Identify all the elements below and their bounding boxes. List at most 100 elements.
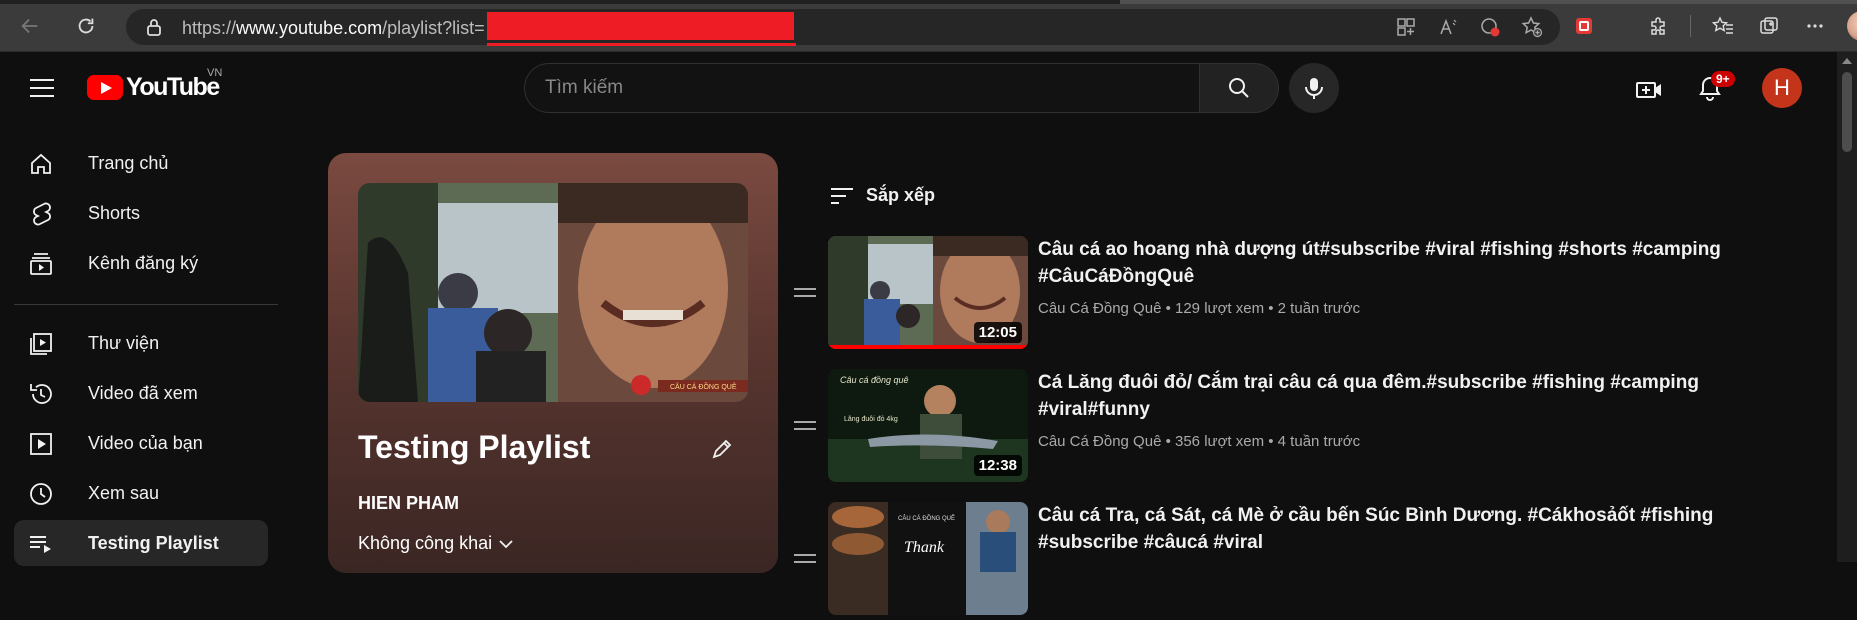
tracking-prevention-icon[interactable] (1476, 13, 1504, 41)
sidebar-item-label: Shorts (88, 202, 141, 223)
video-thumbnail[interactable]: Câu cá đồng quê Lăng đuôi đỏ 4kg 12:38 (828, 369, 1028, 482)
playlist-header-card: CÂU CÁ ĐỒNG QUÊ Testing Playlist HIEN PH… (328, 153, 778, 573)
menu-button[interactable] (30, 78, 54, 103)
voice-search-button[interactable] (1289, 63, 1339, 113)
app-available-icon[interactable] (1392, 13, 1420, 41)
logo-wordmark: YouTube (126, 73, 220, 101)
collections-icon[interactable] (1755, 12, 1783, 40)
chevron-down-icon (499, 539, 513, 548)
pencil-icon (712, 439, 732, 459)
video-title[interactable]: Câu cá Tra, cá Sát, cá Mè ở cầu bến Súc … (1038, 502, 1798, 556)
sidebar-divider (14, 304, 278, 305)
view-count: 356 lượt xem (1175, 433, 1265, 450)
sidebar-item-your-videos[interactable]: Video của bạn (14, 420, 268, 466)
playlist-video-row[interactable]: 12:05 Câu cá ao hoang nhà dượng út#subsc… (790, 236, 1830, 354)
sidebar-item-watch-later[interactable]: Xem sau (14, 470, 268, 516)
sidebar-item-subscriptions[interactable]: Kênh đăng ký (14, 240, 268, 286)
notification-count-badge: 9+ (1711, 71, 1735, 87)
sidebar-item-label: Trang chủ (88, 152, 169, 173)
sidebar-item-label: Video đã xem (88, 382, 198, 403)
back-arrow-icon (21, 18, 38, 34)
refresh-icon (78, 18, 94, 34)
back-button[interactable] (16, 12, 44, 40)
subscriptions-icon (28, 251, 54, 277)
shorts-icon (28, 201, 54, 227)
video-duration: 12:38 (973, 455, 1022, 476)
sidebar-item-label: Video của bạn (88, 432, 203, 453)
extension-red-icon[interactable] (1570, 12, 1598, 40)
video-thumbnail[interactable]: CÂU CÁ ĐỒNG QUÊ Thank (828, 502, 1028, 615)
edit-title-button[interactable] (706, 433, 738, 465)
browser-toolbar: https://www.youtube.com/playlist?list= (0, 0, 1857, 52)
video-thumb-caption: Lăng đuôi đỏ 4kg (844, 415, 898, 423)
sidebar-item-label: Thư viện (88, 332, 160, 353)
sidebar-item-library[interactable]: Thư viện (14, 320, 268, 366)
favorites-icon[interactable] (1709, 12, 1737, 40)
playlist-owner[interactable]: HIEN PHAM (358, 493, 459, 514)
sidebar-item-shorts[interactable]: Shorts (14, 190, 268, 236)
playlist-video-row[interactable]: Câu cá đồng quê Lăng đuôi đỏ 4kg 12:38 C… (790, 369, 1830, 487)
sidebar-item-label: Xem sau (88, 482, 160, 503)
page-scrollbar[interactable] (1837, 52, 1857, 562)
video-camera-plus-icon (1636, 82, 1661, 98)
youtube-header: YouTube VN 9+ H (0, 52, 1837, 126)
upload-age: 2 tuần trước (1277, 300, 1361, 317)
channel-name[interactable]: Câu Cá Đồng Quê (1038, 433, 1161, 450)
add-favorite-icon[interactable] (1518, 13, 1546, 41)
sidebar-item-testing-playlist[interactable]: Testing Playlist (14, 520, 268, 566)
address-bar-actions (1392, 9, 1560, 45)
playlist-icon (28, 531, 54, 557)
video-thumb-caption: Thank (904, 539, 945, 556)
browser-profile-avatar[interactable] (1847, 11, 1857, 41)
privacy-dropdown[interactable]: Không công khai (358, 533, 514, 554)
sort-label: Sắp xếp (866, 185, 936, 205)
video-metadata: Câu Cá Đồng Quê • 356 lượt xem • 4 tuần … (1038, 433, 1361, 450)
account-avatar[interactable]: H (1762, 68, 1802, 108)
read-aloud-icon[interactable] (1434, 13, 1462, 41)
extensions-puzzle-icon[interactable] (1644, 12, 1672, 40)
sidebar-item-label: Testing Playlist (88, 532, 219, 553)
video-duration: 12:05 (973, 322, 1022, 343)
playlist-video-row[interactable]: CÂU CÁ ĐỒNG QUÊ Thank Câu cá Tra, cá Sát… (790, 502, 1830, 620)
playlist-thumbnail[interactable]: CÂU CÁ ĐỒNG QUÊ (358, 183, 748, 402)
youtube-logo[interactable]: YouTube VN (87, 67, 222, 102)
refresh-button[interactable] (72, 12, 100, 40)
drag-handle-icon[interactable] (794, 554, 818, 568)
video-thumbnail[interactable]: 12:05 (828, 236, 1028, 349)
library-icon (28, 331, 54, 357)
drag-handle-icon[interactable] (794, 421, 818, 435)
lock-icon (147, 19, 161, 36)
region-code: VN (207, 67, 223, 79)
upload-age: 4 tuần trước (1277, 433, 1361, 450)
video-thumb-caption: CÂU CÁ ĐỒNG QUÊ (898, 514, 955, 522)
tab-strip-light (1120, 0, 1857, 4)
video-thumb-caption: Câu cá đồng quê (840, 375, 909, 385)
scrollbar-thumb[interactable] (1842, 72, 1852, 152)
sort-icon (831, 187, 853, 204)
scroll-up-arrow-icon[interactable] (1842, 58, 1852, 64)
channel-name[interactable]: Câu Cá Đồng Quê (1038, 300, 1161, 317)
search-button[interactable] (1199, 63, 1279, 113)
history-icon (28, 381, 54, 407)
redacted-url-block (487, 12, 794, 40)
privacy-label: Không công khai (358, 533, 493, 553)
youtube-play-icon (87, 75, 123, 100)
video-metadata: Câu Cá Đồng Quê • 129 lượt xem • 2 tuần … (1038, 300, 1361, 317)
sort-button[interactable]: Sắp xếp (830, 185, 935, 206)
microphone-icon (1305, 78, 1323, 99)
video-title[interactable]: Cá Lăng đuôi đỏ/ Cắm trại câu cá qua đêm… (1038, 369, 1798, 423)
browser-menu-icon[interactable] (1801, 12, 1829, 40)
sidebar-item-home[interactable]: Trang chủ (14, 140, 268, 186)
watch-later-icon (28, 481, 54, 507)
search-icon (1229, 78, 1249, 98)
watch-progress-bar (828, 345, 1028, 349)
drag-handle-icon[interactable] (794, 288, 818, 302)
search-input[interactable] (545, 77, 1165, 99)
sidebar-item-history[interactable]: Video đã xem (14, 370, 268, 416)
video-title[interactable]: Câu cá ao hoang nhà dượng út#subscribe #… (1038, 236, 1798, 290)
sidebar: Trang chủ Shorts Kênh đăng ký Thư viện V… (0, 126, 290, 566)
create-video-button[interactable] (1631, 72, 1667, 108)
playlist-title: Testing Playlist (358, 429, 591, 465)
address-bar[interactable]: https://www.youtube.com/playlist?list= (126, 9, 1560, 45)
hamburger-icon (30, 79, 54, 97)
